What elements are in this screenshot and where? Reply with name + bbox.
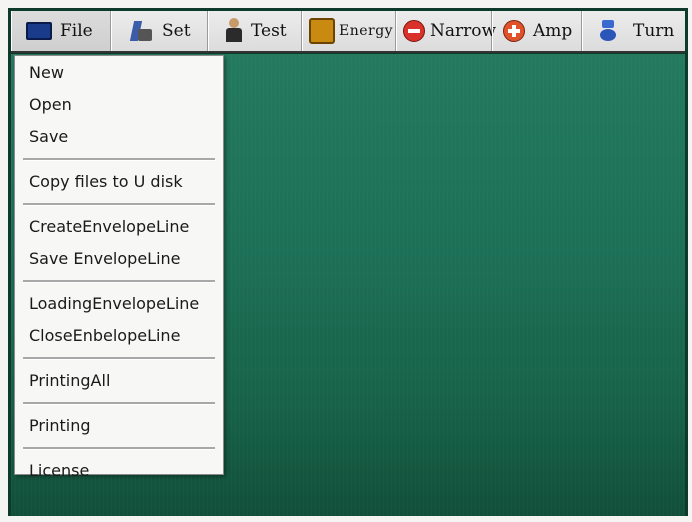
- menu-set[interactable]: Set: [111, 11, 208, 51]
- menu-item-loading-envelope-line[interactable]: LoadingEnvelopeLine: [15, 288, 223, 320]
- menu-file[interactable]: File: [11, 11, 111, 51]
- energy-book-icon: [309, 18, 335, 44]
- menu-item-close-envelope-line[interactable]: CloseEnbelopeLine: [15, 320, 223, 352]
- menu-separator: [23, 203, 215, 206]
- menu-separator: [23, 447, 215, 450]
- menu-file-label: File: [60, 21, 93, 41]
- menu-item-printing[interactable]: Printing: [15, 410, 223, 442]
- settings-icon: [128, 19, 154, 43]
- menu-test-label: Test: [251, 21, 287, 41]
- minus-circle-icon: [403, 20, 425, 42]
- menu-item-save[interactable]: Save: [15, 121, 223, 153]
- menu-separator: [23, 402, 215, 405]
- menu-bar: File Set Test Energy Narrow Amp Turn: [11, 11, 685, 53]
- menu-item-copy-to-u-disk[interactable]: Copy files to U disk: [15, 166, 223, 198]
- menu-set-label: Set: [162, 21, 191, 41]
- menu-turn[interactable]: Turn: [582, 11, 685, 51]
- menu-separator: [23, 357, 215, 360]
- menu-narrow-label: Narrow: [430, 21, 497, 41]
- menu-amp[interactable]: Amp: [492, 11, 582, 51]
- menu-item-printing-all[interactable]: PrintingAll: [15, 365, 223, 397]
- menu-item-license[interactable]: License: [15, 455, 223, 487]
- menu-narrow[interactable]: Narrow: [396, 11, 496, 51]
- person-icon: [225, 18, 243, 44]
- menu-separator: [23, 280, 215, 283]
- menu-item-open[interactable]: Open: [15, 89, 223, 121]
- menu-item-create-envelope-line[interactable]: CreateEnvelopeLine: [15, 211, 223, 243]
- monitor-icon: [26, 22, 52, 40]
- menu-test[interactable]: Test: [208, 11, 302, 51]
- menu-separator: [23, 158, 215, 161]
- menu-energy-label: Energy: [339, 23, 394, 39]
- menu-item-new[interactable]: New: [15, 57, 223, 89]
- menu-amp-label: Amp: [533, 21, 573, 41]
- menu-energy[interactable]: Energy: [302, 11, 396, 51]
- menu-item-save-envelope-line[interactable]: Save EnvelopeLine: [15, 243, 223, 275]
- file-menu-dropdown: New Open Save Copy files to U disk Creat…: [14, 55, 224, 480]
- menu-turn-label: Turn: [633, 21, 675, 41]
- turn-icon: [599, 20, 619, 42]
- plus-circle-icon: [503, 20, 525, 42]
